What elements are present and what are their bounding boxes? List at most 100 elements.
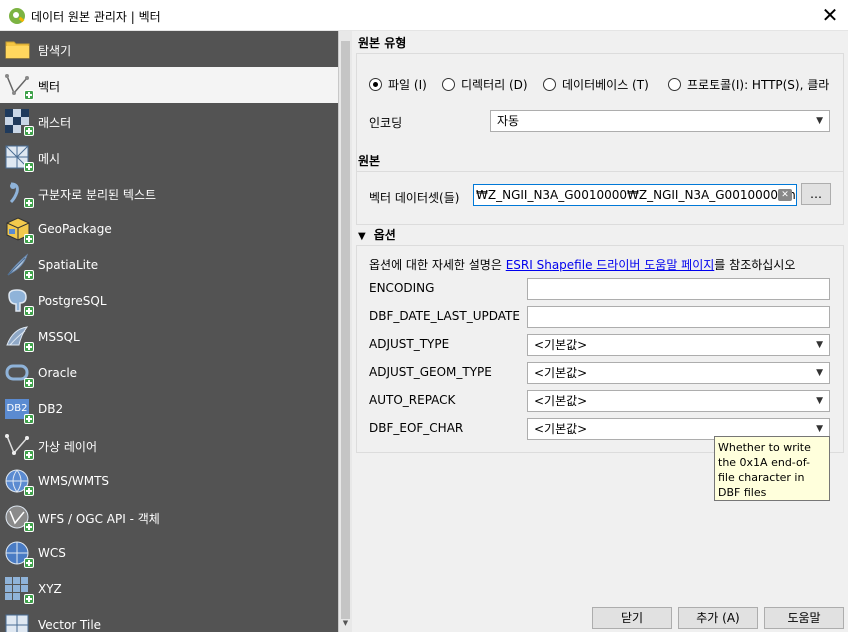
source-type-group: 파일 (I) 디렉터리 (D) 데이터베이스 (T) 프로토콜(I): HTTP…: [356, 53, 844, 173]
radio-database[interactable]: 데이터베이스 (T): [543, 76, 649, 93]
postgresql-elephant-icon: [5, 289, 34, 316]
sidebar-item-virtual-layer[interactable]: 가상 레이어: [0, 427, 338, 463]
collapse-arrow-icon[interactable]: ▼: [358, 231, 366, 242]
sidebar-item-label: WFS / OGC API - 객체: [38, 512, 160, 526]
sidebar-item-label: XYZ: [38, 582, 62, 596]
source-type-title: 원본 유형: [358, 36, 407, 50]
option-label-auto-repack: AUTO_REPACK: [369, 393, 456, 407]
scrollbar-thumb[interactable]: [341, 41, 350, 619]
sidebar-item-browser[interactable]: 탐색기: [0, 31, 338, 67]
sidebar-item-wfs[interactable]: WFS / OGC API - 객체: [0, 499, 338, 535]
option-label-adjust-type: ADJUST_TYPE: [369, 337, 450, 351]
option-label-adjust-geom-type: ADJUST_GEOM_TYPE: [369, 365, 492, 379]
sidebar-item-label: 래스터: [38, 116, 72, 130]
encoding-combo[interactable]: 자동 ▼: [490, 110, 830, 132]
add-button[interactable]: 추가 (A): [678, 607, 758, 629]
options-group: 옵션에 대한 자세한 설명은 ESRI Shapefile 드라이버 도움말 페…: [356, 245, 844, 453]
clear-input-icon[interactable]: ✕: [778, 189, 792, 201]
sidebar-item-label: 탐색기: [38, 44, 72, 58]
sidebar-scrollbar[interactable]: ▼: [338, 31, 352, 632]
radio-dot: [543, 78, 556, 91]
sidebar-item-geopackage[interactable]: GeoPackage: [0, 211, 338, 247]
sidebar-item-db2[interactable]: DB2 DB2: [0, 391, 338, 427]
option-combo-adjust-type[interactable]: <기본값> ▼: [527, 334, 830, 356]
options-intro: 옵션에 대한 자세한 설명은 ESRI Shapefile 드라이버 도움말 페…: [369, 258, 796, 272]
mssql-icon: [5, 325, 34, 352]
db2-icon: DB2: [5, 397, 34, 424]
option-input-dbf-date-last-update[interactable]: [527, 306, 830, 328]
sidebar-item-oracle[interactable]: Oracle: [0, 355, 338, 391]
sidebar-item-label: Vector Tile: [38, 618, 102, 632]
sidebar-item-label: MSSQL: [38, 330, 80, 344]
vector-layer-icon: [5, 73, 34, 100]
sidebar-item-label: PostgreSQL: [38, 294, 107, 308]
radio-protocol[interactable]: 프로토콜(I): HTTP(S), 클라: [668, 76, 838, 93]
sidebar-item-label: WMS/WMTS: [38, 474, 110, 488]
sidebar-item-label: Oracle: [38, 366, 78, 380]
sidebar-item-spatialite[interactable]: SpatiaLite: [0, 247, 338, 283]
close-window-button[interactable]: ✕: [812, 0, 848, 31]
radio-dot: [668, 78, 681, 91]
sidebar-item-raster[interactable]: 래스터: [0, 103, 338, 139]
option-combo-auto-repack[interactable]: <기본값> ▼: [527, 390, 830, 412]
geopackage-icon: [5, 217, 34, 244]
dataset-path-input[interactable]: ₩Z_NGII_N3A_G0010000₩Z_NGII_N3A_G0010000…: [473, 184, 797, 206]
oracle-icon: [5, 361, 34, 388]
sidebar-item-mssql[interactable]: MSSQL: [0, 319, 338, 355]
sidebar-item-vector[interactable]: 벡터: [0, 67, 338, 103]
sidebar-item-label: 메시: [38, 152, 61, 166]
dataset-label: 벡터 데이터셋(들): [369, 191, 460, 205]
chevron-down-icon: ▼: [816, 116, 823, 126]
mesh-layer-icon: [5, 145, 34, 172]
source-title: 원본: [358, 154, 381, 168]
option-label-dbf-eof-char: DBF_EOF_CHAR: [369, 421, 464, 435]
browse-button[interactable]: …: [801, 183, 831, 205]
delimited-text-icon: [5, 181, 34, 208]
sidebar-item-label: 벡터: [38, 80, 61, 94]
window-title: 데이터 원본 관리자 | 벡터: [31, 10, 161, 24]
option-label-encoding: ENCODING: [369, 281, 435, 295]
sidebar-item-postgresql[interactable]: PostgreSQL: [0, 283, 338, 319]
source-group: 벡터 데이터셋(들) ₩Z_NGII_N3A_G0010000₩Z_NGII_N…: [356, 171, 844, 225]
encoding-label: 인코딩: [369, 116, 403, 130]
sidebar-item-label: GeoPackage: [38, 222, 112, 236]
provider-sidebar: 탐색기 벡터 래스터 메시 구분자로 분리된 텍스트 GeoPackage Sp…: [0, 31, 338, 632]
driver-help-link[interactable]: ESRI Shapefile 드라이버 도움말 페이지: [506, 258, 715, 272]
option-combo-adjust-geom-type[interactable]: <기본값> ▼: [527, 362, 830, 384]
radio-dot: [442, 78, 455, 91]
vector-source-panel: 원본 유형 파일 (I) 디렉터리 (D) 데이터베이스 (T) 프로토콜(I)…: [352, 31, 848, 632]
sidebar-item-delimited-text[interactable]: 구분자로 분리된 텍스트: [0, 175, 338, 211]
options-title: 옵션: [373, 228, 396, 242]
qgis-logo-icon: [9, 8, 25, 24]
sidebar-item-mesh[interactable]: 메시: [0, 139, 338, 175]
globe-icon: [5, 469, 34, 496]
radio-file[interactable]: 파일 (I): [369, 76, 427, 93]
close-button[interactable]: 닫기: [592, 607, 672, 629]
data-source-manager-window: 데이터 원본 관리자 | 벡터 ✕ 탐색기 벡터 래스터 메시 구분자로 분리된…: [0, 0, 848, 632]
virtual-layer-icon: [5, 433, 34, 460]
folder-icon: [5, 41, 30, 59]
radio-directory[interactable]: 디렉터리 (D): [442, 76, 528, 93]
wfs-globe-icon: [5, 505, 34, 532]
title-bar: 데이터 원본 관리자 | 벡터 ✕: [0, 0, 848, 31]
help-button[interactable]: 도움말: [764, 607, 844, 629]
sidebar-item-label: DB2: [38, 402, 64, 416]
chevron-down-icon: ▼: [816, 368, 823, 378]
xyz-tiles-icon: [5, 577, 34, 604]
sidebar-item-label: 가상 레이어: [38, 440, 98, 454]
radio-dot: [369, 78, 382, 91]
tooltip: Whether to write the 0x1A end-of-file ch…: [714, 436, 830, 501]
sidebar-item-wcs[interactable]: WCS: [0, 535, 338, 571]
sidebar-item-xyz[interactable]: XYZ: [0, 571, 338, 607]
scroll-down-arrow-icon[interactable]: ▼: [341, 619, 350, 629]
vector-tile-icon: [5, 613, 31, 632]
sidebar-item-wms-wmts[interactable]: WMS/WMTS: [0, 463, 338, 499]
spatialite-feather-icon: [5, 253, 34, 280]
raster-layer-icon: [5, 109, 34, 136]
sidebar-item-label: 구분자로 분리된 텍스트: [38, 188, 157, 202]
sidebar-item-vector-tile[interactable]: Vector Tile: [0, 607, 338, 632]
options-header[interactable]: ▼ 옵션: [358, 226, 396, 243]
option-input-encoding[interactable]: [527, 278, 830, 300]
chevron-down-icon: ▼: [816, 340, 823, 350]
chevron-down-icon: ▼: [816, 396, 823, 406]
